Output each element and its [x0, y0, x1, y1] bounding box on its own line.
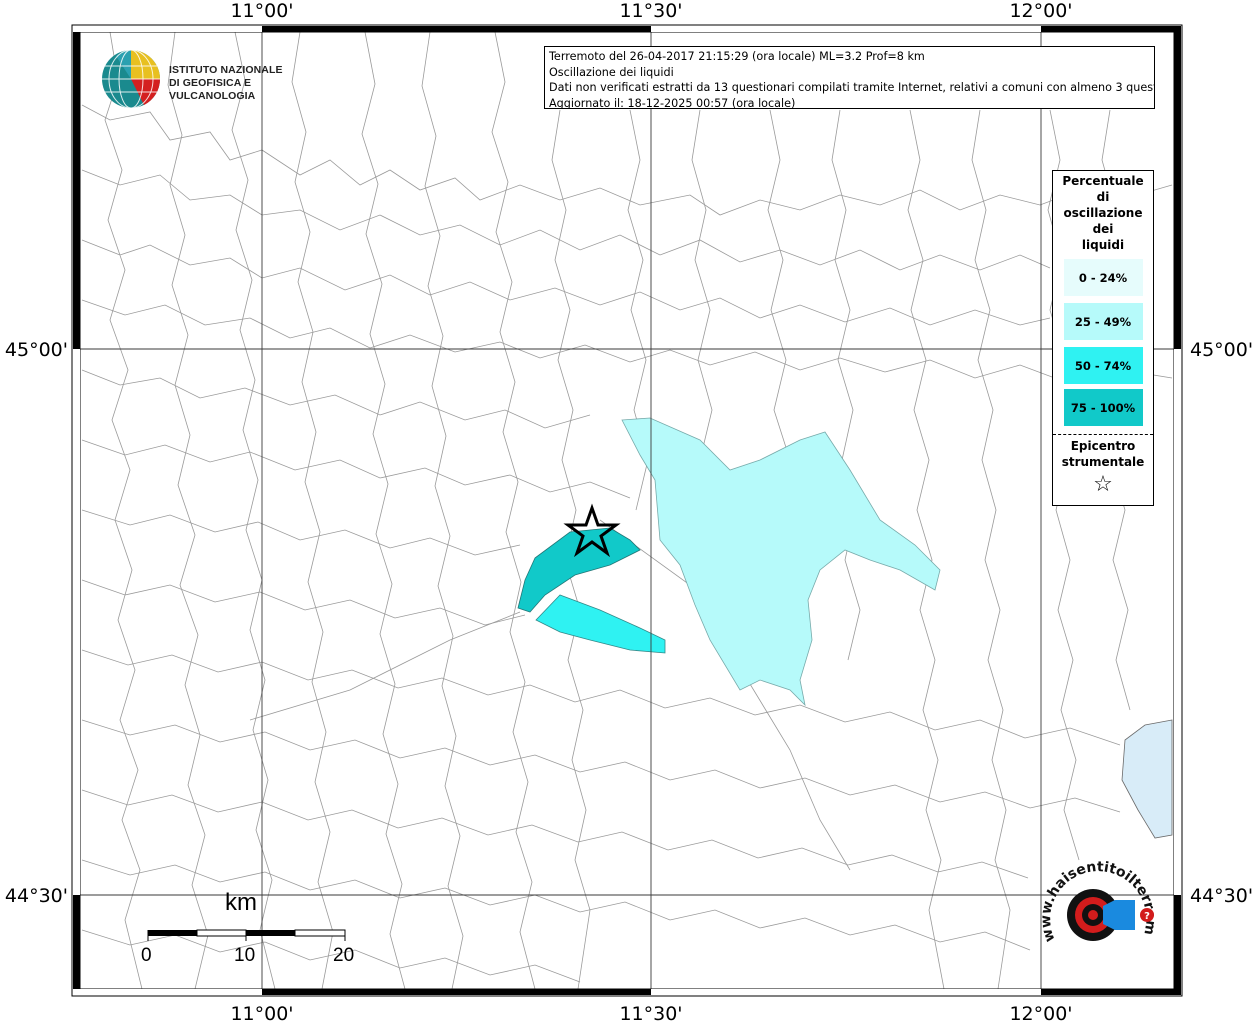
legend-title-line: oscillazione — [1063, 206, 1143, 220]
map-area — [80, 32, 1174, 989]
top-lon-label: 12°00' — [1009, 0, 1072, 22]
legend-item: 25 - 49% — [1063, 303, 1143, 340]
legend-title-line: dei — [1092, 222, 1114, 236]
legend: Percentuale di oscillazione dei liquidi … — [1052, 170, 1154, 506]
legend-title-line: Percentuale — [1062, 174, 1144, 188]
haisentito-logo: www.haisentitoilterremoto.it ? — [1035, 860, 1159, 944]
right-lat-label: 44°30' — [1190, 885, 1253, 907]
ingv-name: ISTITUTO NAZIONALE DI GEOFISICA E VULCAN… — [169, 64, 320, 103]
svg-text:?: ? — [1144, 911, 1150, 922]
legend-epicenter-line: Epicentro — [1070, 439, 1136, 453]
legend-star-icon: ☆ — [1093, 472, 1113, 497]
event-title: Terremoto del 26-04-2017 21:15:29 (ora l… — [549, 50, 925, 63]
scale-unit: km — [225, 889, 257, 916]
data-note: Dati non verificati estratti da 13 quest… — [549, 81, 1155, 94]
globe-icon — [102, 49, 161, 109]
bottom-lon-label: 11°00' — [230, 1003, 293, 1024]
speaker-icon — [1103, 900, 1135, 930]
legend-item: 50 - 74% — [1063, 347, 1143, 384]
update-time: Aggiornato il: 18-12-2025 00:57 (ora loc… — [549, 96, 796, 109]
event-info-box: Terremoto del 26-04-2017 21:15:29 (ora l… — [544, 46, 1155, 109]
legend-title: Percentuale di oscillazione dei liquidi — [1053, 173, 1153, 253]
legend-title-line: liquidi — [1081, 238, 1125, 252]
left-lat-label: 44°30' — [5, 885, 68, 907]
legend-title-line: di — [1096, 190, 1110, 204]
legend-epicenter-line: strumentale — [1061, 455, 1145, 469]
scale-label: 0 — [141, 945, 152, 966]
legend-item: 75 - 100% — [1063, 389, 1143, 426]
legend-separator — [1053, 434, 1153, 435]
ingv-name-line2: DI GEOFISICA E VULCANOLOGIA — [169, 77, 256, 102]
ingv-logo: ISTITUTO NAZIONALE DI GEOFISICA E VULCAN… — [100, 48, 320, 110]
legend-item: 0 - 24% — [1063, 259, 1143, 296]
bottom-lon-label: 12°00' — [1009, 1003, 1072, 1024]
top-lon-label: 11°00' — [230, 0, 293, 22]
bottom-lon-label: 11°30' — [619, 1003, 682, 1024]
top-lon-label: 11°30' — [619, 0, 682, 22]
legend-epicenter-label: Epicentro strumentale — [1053, 438, 1153, 470]
ingv-name-line1: ISTITUTO NAZIONALE — [169, 64, 283, 76]
right-lat-label: 45°00' — [1190, 339, 1253, 361]
scale-label: 10 — [234, 945, 256, 966]
map-subject: Oscillazione dei liquidi — [549, 65, 674, 79]
scale-label: 20 — [333, 945, 355, 966]
left-lat-label: 45°00' — [5, 339, 68, 361]
